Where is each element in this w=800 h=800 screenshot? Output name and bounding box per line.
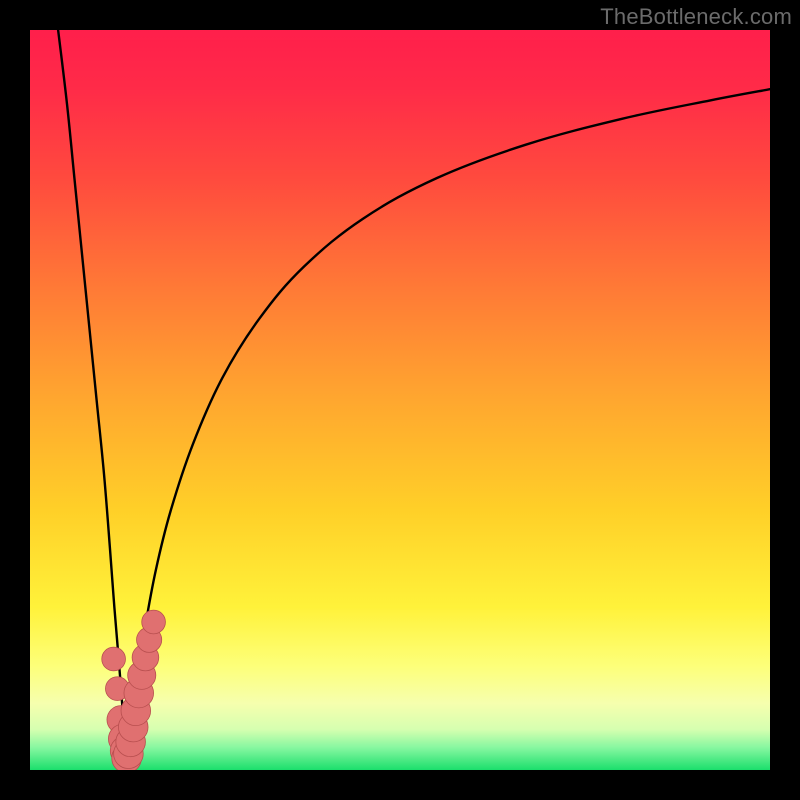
marker-point [142, 610, 166, 634]
bottleneck-chart [30, 30, 770, 770]
chart-frame: TheBottleneck.com [0, 0, 800, 800]
marker-point [102, 647, 126, 671]
watermark-text: TheBottleneck.com [600, 4, 792, 30]
plot-area [30, 30, 770, 770]
